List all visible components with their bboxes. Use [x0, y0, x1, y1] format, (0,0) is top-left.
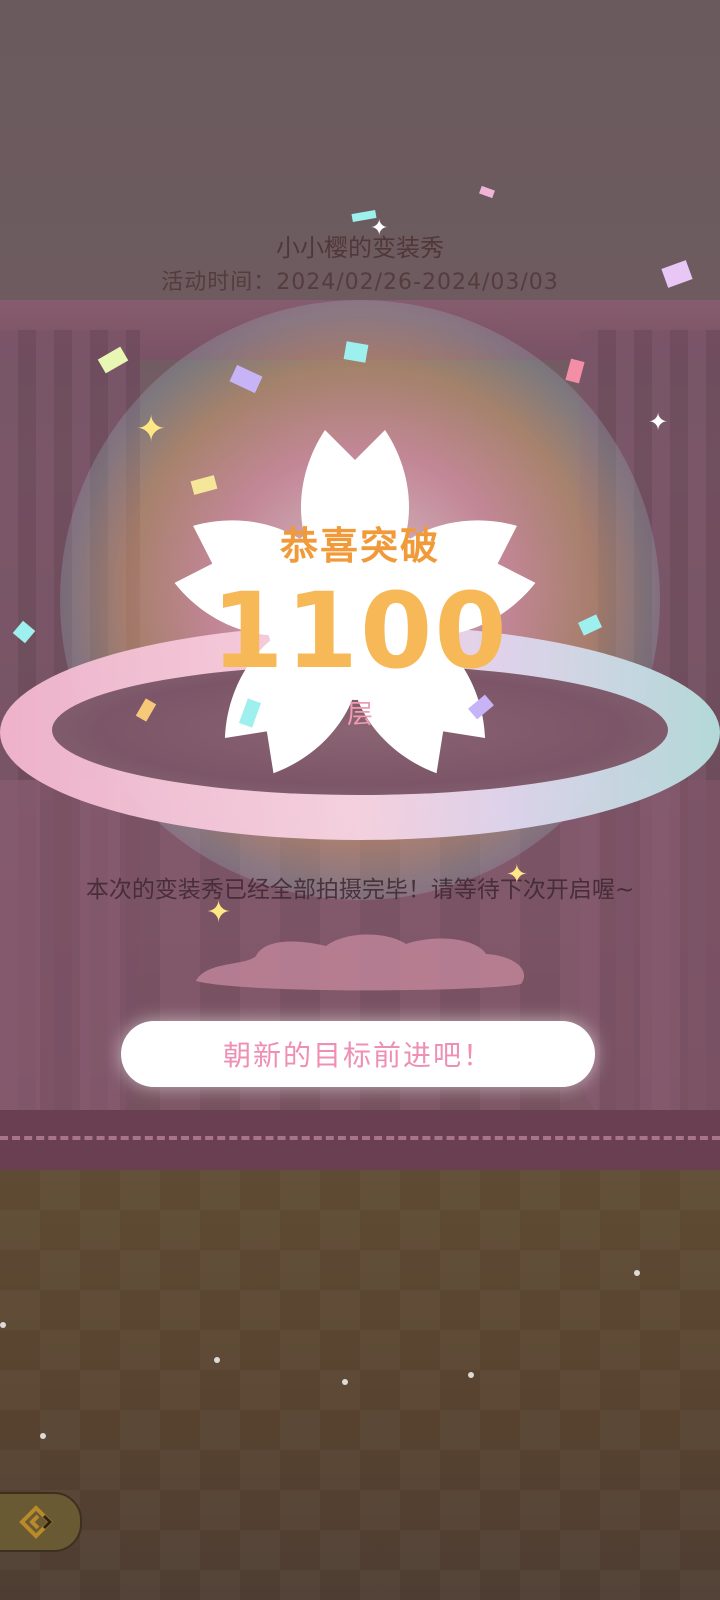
- floor-sparkle: [634, 1270, 640, 1276]
- floor-sparkle: [468, 1372, 474, 1378]
- sparkle-icon: ✦: [206, 895, 232, 930]
- sparkle-icon: ✦: [648, 408, 669, 436]
- event-result-screen: 小小樱的变装秀 活动时间：2024/02/26-2024/03/03 恭喜突破 …: [0, 0, 720, 1600]
- stage-edge: [0, 1110, 720, 1173]
- sparkle-icon: ✦: [506, 860, 528, 890]
- advance-button[interactable]: 朝新的目标前进吧！: [121, 1021, 595, 1087]
- event-title: 小小樱的变装秀: [276, 234, 444, 262]
- back-arrow-icon: [19, 1505, 53, 1539]
- confetti-piece: [343, 341, 369, 363]
- stage-floor: [0, 1170, 720, 1600]
- floor-sparkle: [342, 1379, 348, 1385]
- sakura-cloud-decoration: [196, 934, 525, 991]
- floor-count: 1100: [211, 570, 509, 692]
- floor-sparkle: [40, 1433, 46, 1439]
- back-button[interactable]: [0, 1492, 82, 1552]
- floor-unit: 层: [346, 700, 373, 730]
- event-time: 活动时间：2024/02/26-2024/03/03: [161, 270, 559, 295]
- congrats-headline: 恭喜突破: [279, 524, 440, 568]
- sparkle-icon: ✦: [136, 409, 167, 450]
- sparkle-icon: ✦: [370, 216, 389, 241]
- confetti-piece: [479, 185, 495, 199]
- stage-stitch-line: [0, 1136, 720, 1140]
- completion-message: 本次的变装秀已经全部拍摄完毕！请等待下次开启喔~: [85, 877, 635, 903]
- floor-sparkle: [214, 1357, 220, 1363]
- floor-sparkle: [0, 1322, 6, 1328]
